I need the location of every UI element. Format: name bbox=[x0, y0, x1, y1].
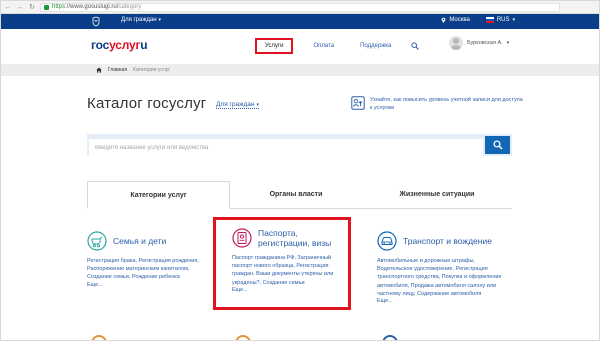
category-title[interactable]: Паспорта, регистрации, визы bbox=[258, 228, 340, 248]
chevron-down-icon: ▾ bbox=[512, 17, 515, 23]
breadcrumb-bar: Главная Категории услуг bbox=[1, 65, 599, 76]
category-icon-partial bbox=[91, 335, 107, 340]
url-scheme: https bbox=[52, 4, 66, 10]
category-icon-partial bbox=[382, 335, 398, 340]
search-button[interactable] bbox=[485, 136, 510, 154]
home-icon bbox=[96, 67, 102, 73]
car-icon bbox=[377, 231, 397, 251]
page-title: Каталог госуслуг bbox=[87, 95, 207, 112]
russia-flag-icon bbox=[485, 17, 494, 23]
location-pin-icon bbox=[441, 17, 446, 23]
catalog-tabs: Категории услуг Органы власти Жизненные … bbox=[87, 181, 512, 209]
url-path: category bbox=[118, 4, 142, 10]
chevron-down-icon: ▾ bbox=[506, 40, 510, 46]
browser-address-bar: ← → ↻ https://www.gosuslugi.ru/category bbox=[1, 1, 599, 14]
url-field[interactable]: https://www.gosuslugi.ru/category bbox=[40, 2, 560, 12]
coat-of-arms-icon[interactable] bbox=[91, 16, 101, 27]
gosuslugi-logo[interactable]: госуслугu bbox=[91, 38, 148, 52]
account-upgrade-icon bbox=[351, 96, 365, 110]
breadcrumb-current: Категории услуг bbox=[133, 67, 171, 73]
reload-icon[interactable]: ↻ bbox=[28, 3, 36, 11]
service-search bbox=[87, 134, 512, 157]
nav-payment[interactable]: Оплата bbox=[307, 40, 340, 52]
location-label: Москва bbox=[449, 17, 470, 23]
tab-life-situations[interactable]: Жизненные ситуации bbox=[362, 181, 512, 208]
location-selector[interactable]: Москва bbox=[441, 17, 470, 23]
audience-select-label: Для граждан bbox=[216, 101, 255, 108]
audience-menu-label: Для граждан bbox=[121, 17, 157, 23]
category-icon-partial bbox=[235, 335, 251, 340]
page: ← → ↻ https://www.gosuslugi.ru/category … bbox=[0, 0, 600, 341]
url-host: ://www.gosuslugi.ru/ bbox=[65, 4, 119, 10]
audience-menu[interactable]: Для граждан ▾ bbox=[121, 17, 161, 23]
category-description: Автомобильные и дорожные штрафы, Водител… bbox=[377, 258, 502, 297]
chevron-down-icon: ▾ bbox=[158, 17, 162, 23]
search-input[interactable] bbox=[89, 139, 483, 157]
user-name: Бурковская А. bbox=[467, 40, 503, 46]
search-icon bbox=[492, 140, 503, 150]
passport-icon bbox=[232, 228, 252, 248]
account-upgrade-text: Узнайте, как повысить уровень учетной за… bbox=[370, 97, 523, 111]
language-selector[interactable]: RUS ▾ bbox=[485, 17, 515, 23]
user-menu[interactable]: Бурковская А. ▾ bbox=[449, 36, 509, 50]
category-transport: Транспорт и вождение Автомобильные и дор… bbox=[377, 231, 507, 304]
breadcrumb: Главная Категории услуг bbox=[96, 67, 170, 73]
category-title[interactable]: Транспорт и вождение bbox=[403, 236, 492, 246]
audience-select[interactable]: Для граждан ▾ bbox=[216, 101, 259, 109]
tab-categories[interactable]: Категории услуг bbox=[87, 181, 230, 209]
category-family: Семья и дети Регистрация брака, Регистра… bbox=[87, 231, 207, 288]
back-arrow-icon[interactable]: ← bbox=[4, 3, 12, 11]
language-label: RUS bbox=[496, 17, 510, 23]
forward-arrow-icon[interactable]: → bbox=[16, 3, 24, 11]
lock-icon bbox=[44, 4, 49, 10]
category-description: Регистрация брака, Регистрация рождения,… bbox=[87, 258, 199, 281]
account-upgrade-hint[interactable]: Узнайте, как повысить уровень учетной за… bbox=[351, 96, 526, 112]
nav-support[interactable]: Поддержка bbox=[354, 40, 397, 52]
top-bar: Для граждан ▾ Москва RUS ▾ bbox=[1, 14, 599, 29]
avatar bbox=[449, 36, 463, 50]
category-title[interactable]: Семья и дети bbox=[113, 236, 166, 246]
search-icon[interactable] bbox=[411, 42, 420, 50]
chevron-down-icon: ▾ bbox=[256, 101, 259, 108]
tab-authorities[interactable]: Органы власти bbox=[230, 181, 362, 208]
category-more-link[interactable]: Еще... bbox=[87, 282, 207, 288]
category-description: Паспорт гражданина РФ, Заграничный паспо… bbox=[232, 255, 334, 286]
category-more-link[interactable]: Еще... bbox=[232, 287, 340, 293]
breadcrumb-home[interactable]: Главная bbox=[108, 67, 127, 73]
site-header: госуслугu Услуги Оплата Поддержка Бурков… bbox=[1, 29, 599, 65]
category-passport: Паспорта, регистрации, визы Паспорт граж… bbox=[213, 217, 351, 310]
nav-services[interactable]: Услуги bbox=[255, 38, 294, 54]
category-more-link[interactable]: Еще... bbox=[377, 298, 507, 304]
main-nav: Услуги Оплата Поддержка bbox=[255, 38, 420, 54]
family-stroller-icon bbox=[87, 231, 107, 251]
